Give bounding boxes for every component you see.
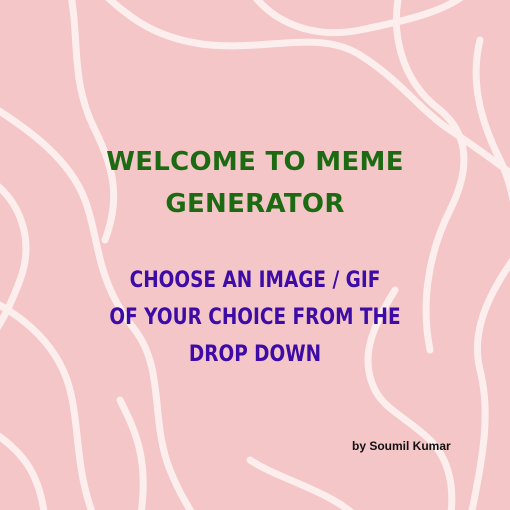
instructions-line-3: DROP DOWN — [188, 342, 322, 367]
welcome-heading-line-1: WELCOME TO MEME — [106, 147, 404, 177]
welcome-heading: WELCOME TO MEME GENERATOR — [0, 141, 510, 225]
welcome-heading-line-2: GENERATOR — [165, 189, 345, 219]
instructions-line-2: OF YOUR CHOICE FROM THE — [109, 305, 401, 330]
meme-generator-splash: WELCOME TO MEME GENERATOR CHOOSE AN IMAG… — [0, 0, 510, 510]
instructions-line-1: CHOOSE AN IMAGE / GIF — [129, 268, 381, 293]
instructions-text: CHOOSE AN IMAGE / GIF OF YOUR CHOICE FRO… — [41, 262, 469, 373]
author-credit: by Soumil Kumar — [352, 439, 451, 453]
decorative-swirl-background — [0, 0, 510, 510]
